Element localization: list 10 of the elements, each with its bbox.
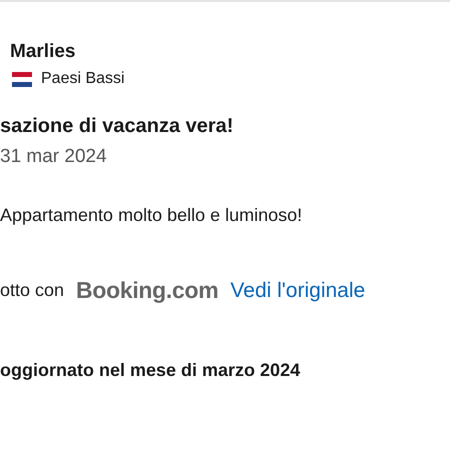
flag-icon (12, 72, 32, 86)
reviewer-country: Paesi Bassi (41, 69, 125, 89)
reviewer-name: Marlies (10, 40, 76, 64)
provider-logo: Booking.com (76, 277, 218, 304)
translation-label: otto con (0, 280, 64, 301)
review-text: Appartamento molto bello e luminoso! (0, 204, 304, 227)
stay-date: oggiornato nel mese di marzo 2024 (0, 359, 302, 382)
review-title: sazione di vacanza vera! (0, 114, 234, 139)
review-date: 31 mar 2024 (0, 145, 108, 169)
see-original-link[interactable]: Vedi l'originale (230, 278, 366, 302)
